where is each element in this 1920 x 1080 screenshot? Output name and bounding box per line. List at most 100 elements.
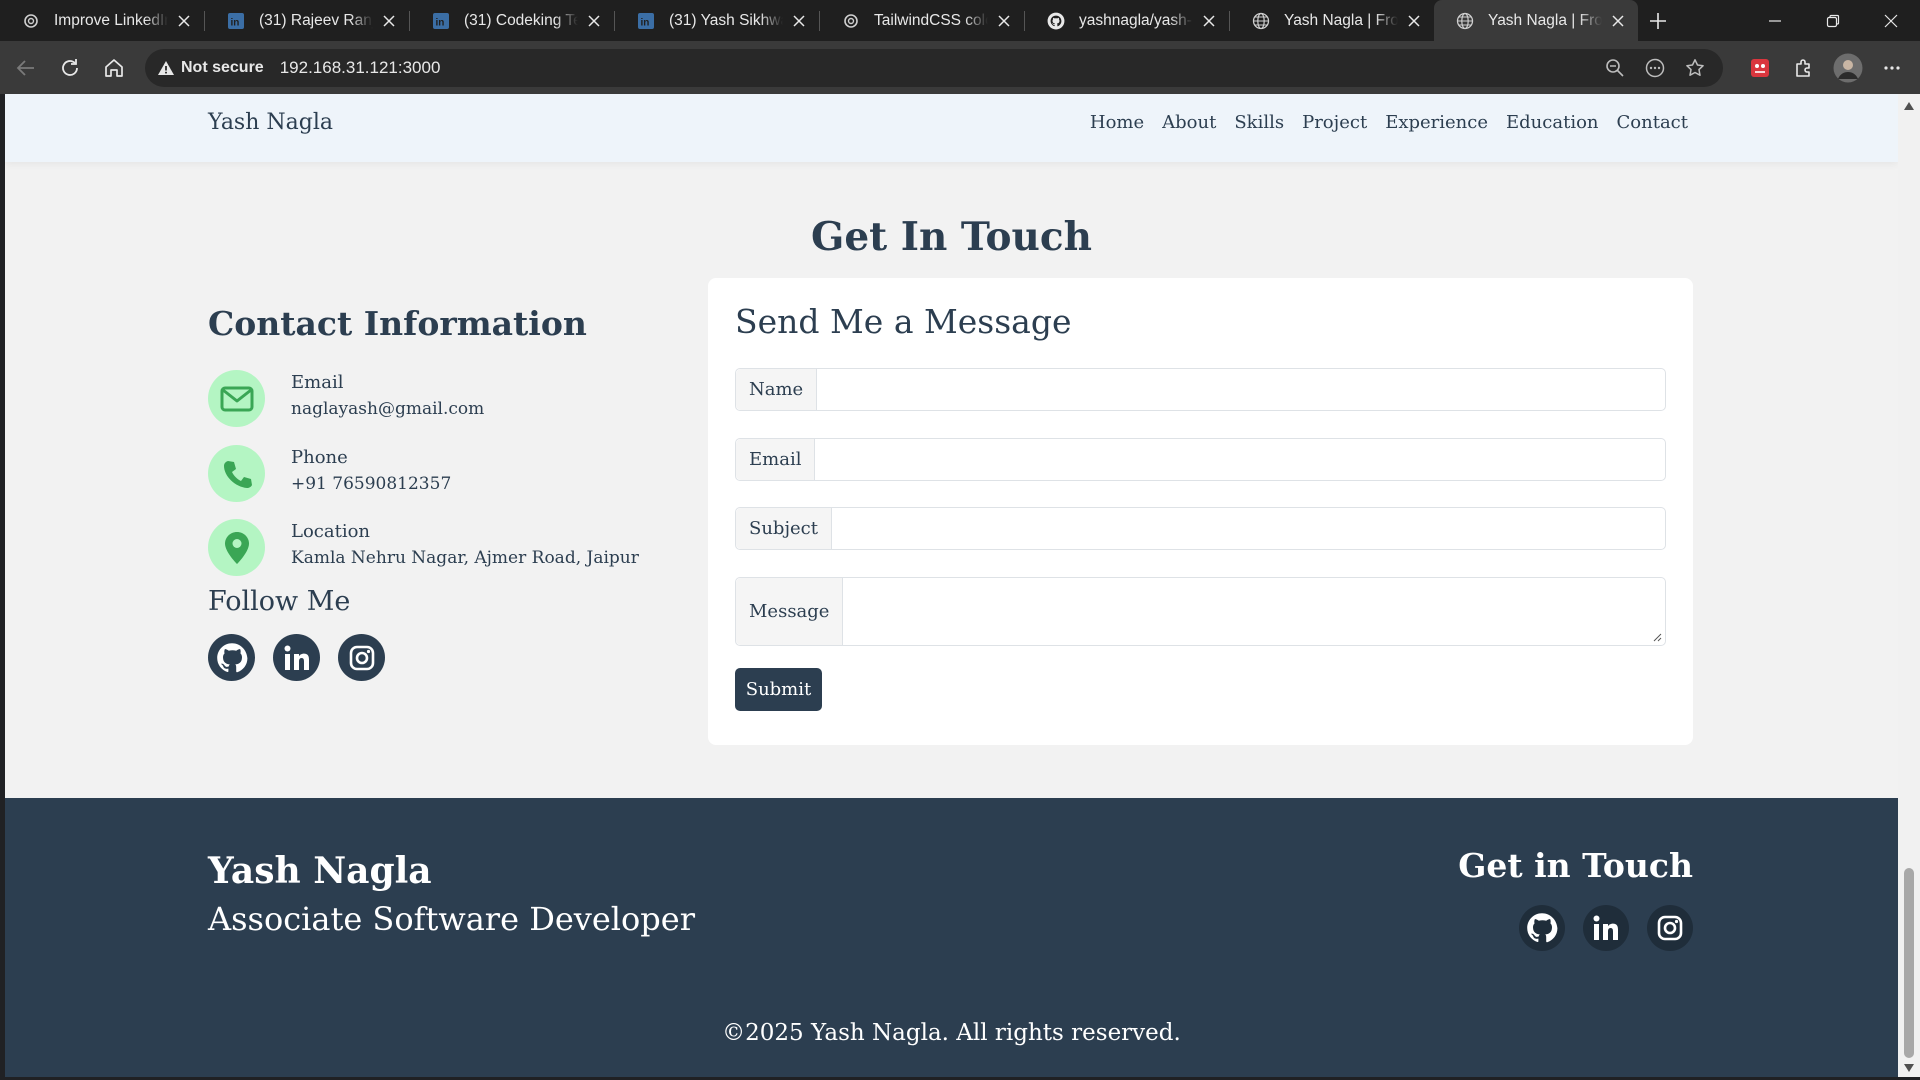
scroll-down-arrow-icon[interactable] bbox=[1903, 1062, 1915, 1074]
reading-mode-button[interactable] bbox=[1635, 49, 1675, 87]
browser-tab-title: yashnagla/yash-na bbox=[1079, 11, 1193, 29]
github-link[interactable] bbox=[208, 634, 255, 681]
globe-icon bbox=[1252, 12, 1270, 30]
minimize-icon bbox=[1769, 19, 1781, 22]
security-label: Not secure bbox=[181, 59, 264, 76]
nav-link-contact[interactable]: Contact bbox=[1617, 112, 1688, 133]
nav-link-home[interactable]: Home bbox=[1090, 112, 1144, 133]
plus-icon bbox=[1650, 12, 1666, 29]
linkedin-icon bbox=[1593, 915, 1618, 940]
toolbar-right bbox=[1738, 41, 1914, 94]
browser-tab-active[interactable]: Yash Nagla | Front- bbox=[1434, 0, 1638, 41]
name-input[interactable] bbox=[817, 369, 1665, 410]
restore-icon bbox=[1826, 14, 1840, 27]
close-icon[interactable] bbox=[1404, 11, 1424, 31]
minimize-button[interactable] bbox=[1746, 0, 1804, 41]
window-controls bbox=[1746, 0, 1920, 41]
restore-button[interactable] bbox=[1804, 0, 1862, 41]
url-text[interactable]: 192.168.31.121:3000 bbox=[280, 58, 441, 78]
nav-link-education[interactable]: Education bbox=[1506, 112, 1599, 133]
security-indicator[interactable]: Not secure bbox=[157, 59, 264, 77]
linkedin-icon: in bbox=[432, 12, 450, 30]
address-bar-actions bbox=[1595, 49, 1715, 87]
footer-instagram-link[interactable] bbox=[1647, 905, 1693, 951]
contact-item-location: Location Kamla Nehru Nagar, Ajmer Road, … bbox=[208, 519, 688, 577]
menu-button[interactable] bbox=[1870, 46, 1914, 90]
back-button[interactable] bbox=[4, 48, 48, 88]
nav-links: Home About Skills Project Experience Edu… bbox=[1090, 112, 1688, 133]
footer-name: Yash Nagla bbox=[208, 850, 432, 892]
home-button[interactable] bbox=[92, 48, 136, 88]
footer-linkedin-link[interactable] bbox=[1583, 905, 1629, 951]
close-icon[interactable] bbox=[1199, 11, 1219, 31]
browser-tab[interactable]: in (31) Yash Sikhwal N bbox=[615, 0, 819, 41]
contact-information: Contact Information Email naglayash@gmai… bbox=[208, 304, 688, 681]
extension-button[interactable] bbox=[1738, 46, 1782, 90]
nav-link-skills[interactable]: Skills bbox=[1234, 112, 1284, 133]
submit-button[interactable]: Submit bbox=[735, 668, 822, 711]
close-icon[interactable] bbox=[174, 11, 194, 31]
back-arrow-icon bbox=[16, 59, 34, 76]
extension-red-icon bbox=[1751, 58, 1769, 77]
new-tab-button[interactable] bbox=[1638, 0, 1678, 41]
extensions-button[interactable] bbox=[1782, 46, 1826, 90]
close-icon[interactable] bbox=[379, 11, 399, 31]
profile-button[interactable] bbox=[1826, 46, 1870, 90]
scroll-up-arrow-icon[interactable] bbox=[1903, 100, 1915, 112]
avatar bbox=[1833, 53, 1863, 82]
email-input[interactable] bbox=[815, 439, 1665, 480]
linkedin-link[interactable] bbox=[273, 634, 320, 681]
nav-link-project[interactable]: Project bbox=[1302, 112, 1367, 133]
phone-icon-circle bbox=[208, 445, 265, 502]
address-bar[interactable]: Not secure 192.168.31.121:3000 bbox=[145, 49, 1723, 87]
more-horizontal-icon bbox=[1884, 65, 1900, 70]
close-icon[interactable] bbox=[1608, 11, 1628, 31]
message-textarea[interactable] bbox=[843, 578, 1665, 645]
browser-tab-title: (31) Yash Sikhwal N bbox=[669, 11, 783, 29]
home-icon bbox=[105, 58, 123, 77]
reload-button[interactable] bbox=[48, 48, 92, 88]
page-scrollbar[interactable] bbox=[1898, 94, 1920, 1080]
close-window-button[interactable] bbox=[1862, 0, 1920, 41]
footer-social-links bbox=[1519, 905, 1693, 951]
site-brand[interactable]: Yash Nagla bbox=[208, 110, 333, 135]
contact-info-heading: Contact Information bbox=[208, 304, 587, 343]
scrollbar-thumb[interactable] bbox=[1904, 868, 1914, 1058]
browser-tab-title: Improve LinkedIn p bbox=[54, 11, 168, 29]
globe-icon bbox=[1456, 12, 1474, 30]
contact-item-label: Location bbox=[291, 521, 371, 542]
subject-field-label: Subject bbox=[736, 508, 832, 549]
browser-tab[interactable]: in (31) Codeking Tech bbox=[410, 0, 614, 41]
browser-tab[interactable]: Improve LinkedIn p bbox=[0, 0, 204, 41]
footer-github-link[interactable] bbox=[1519, 905, 1565, 951]
subject-input[interactable] bbox=[832, 508, 1665, 549]
message-form-heading: Send Me a Message bbox=[735, 302, 1072, 341]
nav-link-about[interactable]: About bbox=[1162, 112, 1216, 133]
close-icon[interactable] bbox=[789, 11, 809, 31]
email-icon-circle bbox=[208, 370, 265, 427]
openai-icon bbox=[22, 12, 40, 30]
instagram-icon bbox=[349, 645, 374, 670]
browser-tab[interactable]: TailwindCSS color u bbox=[820, 0, 1024, 41]
resize-handle-icon[interactable] bbox=[1653, 633, 1662, 642]
close-icon[interactable] bbox=[584, 11, 604, 31]
bookmark-button[interactable] bbox=[1675, 49, 1715, 87]
nav-link-experience[interactable]: Experience bbox=[1385, 112, 1488, 133]
follow-me-heading: Follow Me bbox=[208, 586, 351, 617]
github-icon bbox=[216, 642, 247, 672]
subject-field-group: Subject bbox=[735, 507, 1666, 550]
linkedin-icon: in bbox=[227, 12, 245, 30]
browser-tab[interactable]: Yash Nagla | Front- bbox=[1230, 0, 1434, 41]
browser-tab-title: TailwindCSS color u bbox=[874, 11, 988, 29]
page-viewport: Yash Nagla Home About Skills Project Exp… bbox=[5, 94, 1898, 1077]
browser-tab-title: Yash Nagla | Front- bbox=[1488, 11, 1602, 29]
message-form-card: Send Me a Message Name Email Subject Mes… bbox=[708, 278, 1693, 745]
zoom-button[interactable] bbox=[1595, 49, 1635, 87]
instagram-link[interactable] bbox=[338, 634, 385, 681]
contact-item-value: Kamla Nehru Nagar, Ajmer Road, Jaipur bbox=[291, 548, 639, 568]
browser-tab[interactable]: in (31) Rajeev Ranjan bbox=[205, 0, 409, 41]
close-icon[interactable] bbox=[994, 11, 1014, 31]
svg-text:in: in bbox=[231, 17, 240, 28]
browser-tab[interactable]: yashnagla/yash-na bbox=[1025, 0, 1229, 41]
star-icon bbox=[1686, 59, 1704, 76]
